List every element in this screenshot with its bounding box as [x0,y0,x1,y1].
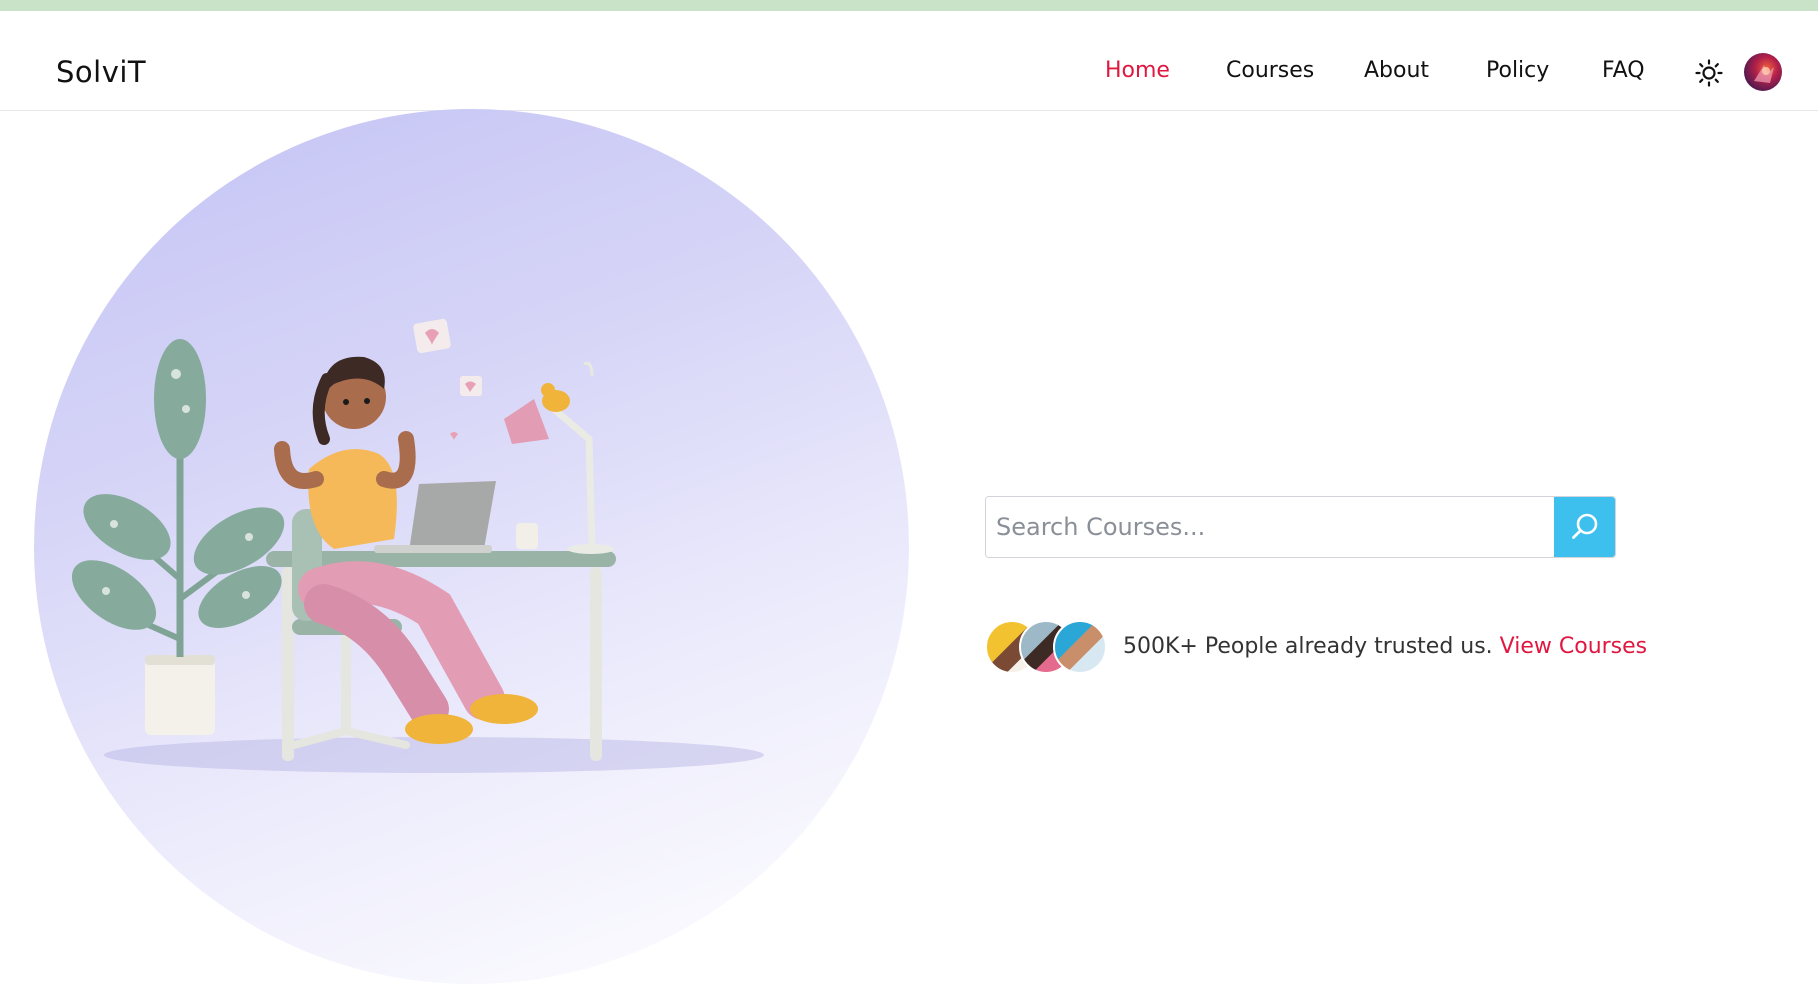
user-avatar[interactable] [1744,53,1782,91]
nav-faq[interactable]: FAQ [1602,58,1645,83]
nav-home[interactable]: Home [1105,58,1170,83]
user-avatar-3 [1053,620,1107,674]
search-icon [1571,513,1597,539]
sun-icon[interactable] [1695,59,1723,87]
trust-count-text: 500K+ People already trusted us. [1123,634,1493,659]
brand-logo[interactable]: SolviT [56,55,146,89]
trust-message: 500K+ People already trusted us. View Co… [1123,634,1647,659]
top-accent-strip [0,0,1818,11]
view-courses-link[interactable]: View Courses [1500,634,1647,659]
hero-illustration [34,109,909,984]
nav-policy[interactable]: Policy [1486,58,1549,83]
trust-section: 500K+ People already trusted us. View Co… [985,620,1705,680]
nav-courses[interactable]: Courses [1226,58,1314,83]
person-at-desk-illustration [71,318,764,773]
search-button[interactable] [1554,497,1615,557]
navbar: SolviT Home Courses About Policy FAQ [0,11,1818,111]
search-bar [985,496,1616,558]
nav-about[interactable]: About [1364,58,1429,83]
search-input[interactable] [986,497,1554,557]
